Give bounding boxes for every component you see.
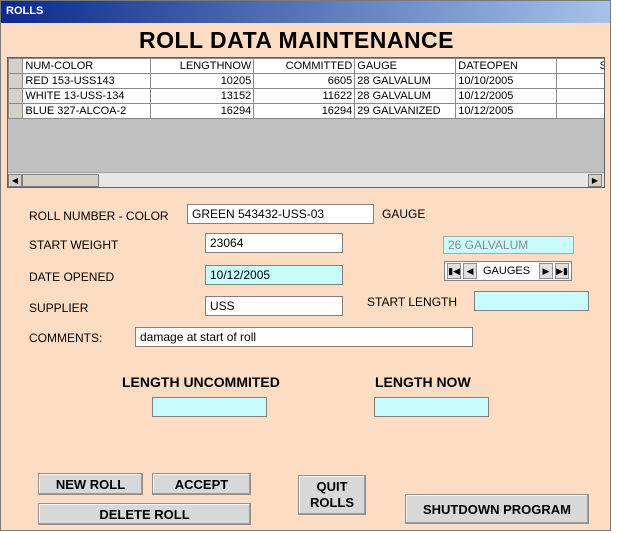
column-header[interactable]: STARTW [556,58,604,74]
table-cell[interactable]: 10/10/2005 [455,73,558,89]
delete-roll-button[interactable]: DELETE ROLL [38,503,251,525]
table-cell[interactable]: 28 GALVALUM [354,73,457,89]
window-title: ROLLS [6,5,44,17]
rolls-window: ROLLS ROLL DATA MAINTENANCE NUM-COLOR LE… [0,0,611,531]
table-cell[interactable]: 29 GALVANIZED [354,103,457,119]
shutdown-program-button[interactable]: SHUTDOWN PROGRAM [405,494,589,524]
quit-rolls-button-line2: ROLLS [309,495,355,510]
row-selector-header [8,58,24,74]
table-cell[interactable]: 10/12/2005 [455,88,558,104]
column-header[interactable]: LENGTHNOW [150,58,255,74]
table-cell[interactable]: 321 [556,103,604,119]
roll-number-label: ROLL NUMBER - COLOR [29,209,169,223]
table-cell[interactable]: RED 153-USS143 [22,73,152,89]
table-cell[interactable]: BLUE 327-ALCOA-2 [22,103,152,119]
start-weight-field[interactable]: 23064 [205,233,343,253]
title-bar[interactable]: ROLLS [1,1,610,23]
start-weight-label: START WEIGHT [29,238,119,252]
gauges-nav-label: GAUGES [483,265,531,277]
date-opened-label: DATE OPENED [29,270,115,284]
comments-field[interactable]: damage at start of roll [135,327,473,347]
table-row[interactable]: BLUE 327-ALCOA-2 16294 16294 29 GALVANIZ… [8,103,604,119]
table-cell[interactable]: 273 [556,88,604,104]
accept-button[interactable]: ACCEPT [152,473,251,495]
row-selector[interactable] [8,73,24,89]
scroll-right-icon[interactable]: ▶ [588,174,602,187]
length-uncommitted-field[interactable] [152,397,267,417]
new-roll-button[interactable]: NEW ROLL [38,473,143,495]
page-title: ROLL DATA MAINTENANCE [138,27,454,53]
start-length-label: START LENGTH [367,295,458,309]
column-header[interactable]: NUM-COLOR [22,58,152,74]
horizontal-scrollbar[interactable]: ◀ ▶ [8,172,604,187]
row-selector[interactable] [8,88,24,104]
scroll-left-icon[interactable]: ◀ [8,174,22,187]
gauge-field[interactable]: 26 GALVALUM [443,236,574,254]
start-length-field[interactable] [474,291,589,311]
row-selector[interactable] [8,103,24,119]
table-cell[interactable]: 231 [556,73,604,89]
table-header-row: NUM-COLOR LENGTHNOW COMMITTED GAUGE DATE… [8,58,604,74]
column-header[interactable]: GAUGE [354,58,457,74]
table-cell[interactable]: 11622 [253,88,356,104]
comments-label: COMMENTS: [29,331,103,345]
column-header[interactable]: COMMITTED [253,58,356,74]
table-cell[interactable]: 16294 [253,103,356,119]
gauge-label: GAUGE [382,207,426,221]
table-row[interactable]: RED 153-USS143 10205 6605 28 GALVALUM 10… [8,73,604,89]
first-record-icon[interactable]: ▮◀ [447,263,461,279]
last-record-icon[interactable]: ▶▮ [555,263,569,279]
scroll-thumb[interactable] [22,174,99,187]
length-uncommitted-label: LENGTH UNCOMMITED [122,374,280,390]
gauges-record-navigator: ▮◀ ◀ GAUGES ▶ ▶▮ [444,261,572,281]
length-now-field[interactable] [374,397,489,417]
roll-number-field[interactable]: GREEN 543432-USS-03 [187,204,374,224]
rolls-grid[interactable]: NUM-COLOR LENGTHNOW COMMITTED GAUGE DATE… [7,57,605,188]
column-header[interactable]: DATEOPEN [455,58,558,74]
table-cell[interactable]: 28 GALVALUM [354,88,457,104]
supplier-field[interactable]: USS [205,296,343,316]
table-cell[interactable]: 16294 [150,103,255,119]
supplier-label: SUPPLIER [29,301,89,315]
next-record-icon[interactable]: ▶ [539,263,553,279]
quit-rolls-button[interactable]: QUIT ROLLS [298,475,366,515]
table-cell[interactable]: WHITE 13-USS-134 [22,88,152,104]
table-cell[interactable]: 10205 [150,73,255,89]
date-opened-field[interactable]: 10/12/2005 [205,265,343,285]
length-now-label: LENGTH NOW [375,374,471,390]
table-cell[interactable]: 13152 [150,88,255,104]
table-cell[interactable]: 6605 [253,73,356,89]
quit-rolls-button-line1: QUIT [316,479,348,494]
table-cell[interactable]: 10/12/2005 [455,103,558,119]
table-row[interactable]: WHITE 13-USS-134 13152 11622 28 GALVALUM… [8,88,604,104]
prev-record-icon[interactable]: ◀ [463,263,477,279]
rolls-table: NUM-COLOR LENGTHNOW COMMITTED GAUGE DATE… [8,58,604,119]
